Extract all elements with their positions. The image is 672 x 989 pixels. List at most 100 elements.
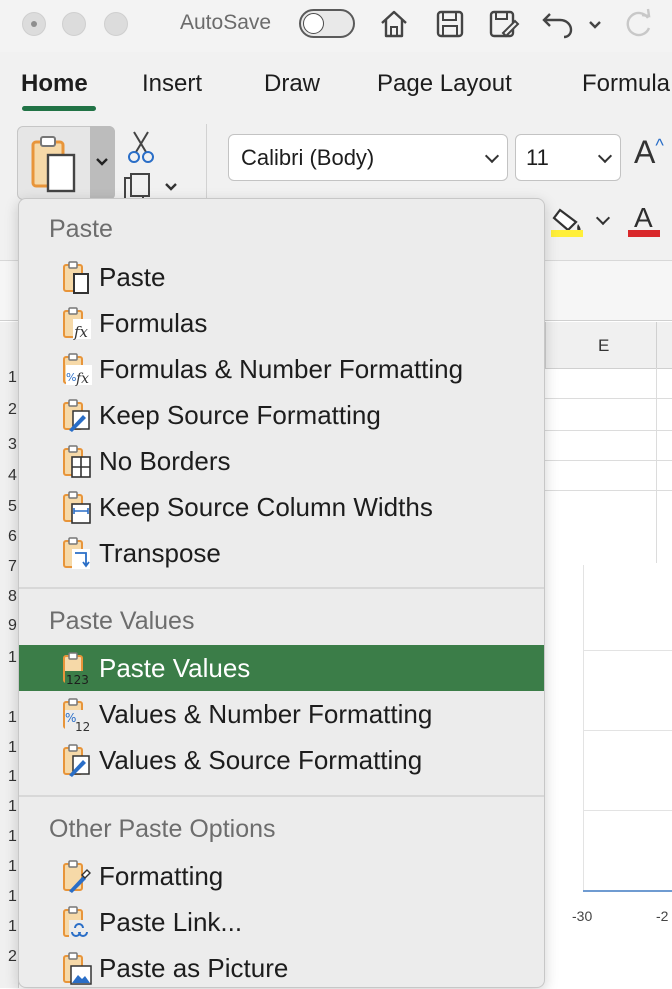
paste-as-picture-icon — [63, 952, 92, 985]
svg-text:fx: fx — [73, 323, 89, 341]
menu-item-label: Formulas — [99, 308, 208, 338]
row-number[interactable]: 8 — [8, 588, 17, 606]
ribbon-tabs — [0, 52, 672, 114]
undo-dropdown-chevron-icon[interactable] — [584, 6, 606, 42]
minimize-window-button[interactable] — [62, 12, 86, 36]
menu-item-transpose[interactable]: Transpose — [19, 530, 544, 576]
menu-item-label: Paste — [99, 262, 166, 292]
tab-page-layout[interactable]: Page Layout — [377, 70, 512, 98]
active-tab-indicator — [22, 106, 96, 111]
zoom-window-button[interactable] — [104, 12, 128, 36]
grid-line — [656, 368, 657, 563]
tab-draw[interactable]: Draw — [264, 70, 320, 98]
chevron-down-icon — [96, 158, 108, 166]
row-number[interactable]: 1 — [8, 739, 17, 757]
menu-item-label: Formulas & Number Formatting — [99, 354, 464, 384]
row-number[interactable]: 2 — [8, 948, 17, 966]
paste-link-icon — [63, 906, 91, 938]
chevron-down-icon — [484, 148, 500, 164]
menu-item-paste-link[interactable]: Paste Link... — [19, 899, 544, 945]
row-number[interactable]: 5 — [8, 498, 17, 516]
menu-item-values-number-formatting[interactable]: % 12 Values & Number Formatting — [19, 691, 544, 737]
chart-tick-label: -30 — [572, 908, 593, 924]
row-number[interactable]: 1 — [8, 918, 17, 936]
svg-text:12: 12 — [75, 720, 90, 732]
home-icon[interactable] — [376, 6, 412, 42]
menu-item-keep-source-formatting[interactable]: Keep Source Formatting — [19, 392, 544, 438]
chart-gridline — [583, 565, 584, 890]
row-number[interactable]: 3 — [8, 436, 17, 454]
embedded-chart[interactable] — [545, 563, 672, 988]
menu-item-label: Paste as Picture — [99, 953, 289, 983]
tab-insert[interactable]: Insert — [142, 70, 202, 98]
undo-icon[interactable] — [540, 6, 576, 42]
fill-color-swatch — [551, 230, 583, 237]
row-number[interactable]: 1 — [8, 709, 17, 727]
save-icon[interactable] — [432, 6, 468, 42]
caret-up-icon: ^ — [655, 135, 664, 156]
menu-item-no-borders[interactable]: No Borders — [19, 438, 544, 484]
chart-gridline — [583, 730, 672, 731]
row-number[interactable]: 1 — [8, 768, 17, 786]
menu-item-label: No Borders — [99, 446, 231, 476]
menu-item-label: Keep Source Column Widths — [99, 492, 433, 522]
paste-icon — [63, 261, 89, 294]
paste-no-borders-icon — [63, 445, 91, 478]
paste-values-icon: 123 — [63, 652, 92, 686]
menu-item-formulas[interactable]: fx Formulas — [19, 300, 544, 346]
row-number[interactable]: 2 — [8, 401, 17, 419]
font-name-select[interactable]: Calibri (Body) — [228, 134, 508, 181]
row-number[interactable]: 1 — [8, 798, 17, 816]
menu-item-label: Keep Source Formatting — [99, 400, 381, 430]
row-number[interactable]: 7 — [8, 558, 17, 576]
menu-item-paste[interactable]: Paste — [19, 254, 544, 300]
font-size-select[interactable]: 11 — [515, 134, 621, 181]
paste-formulas-icon: fx — [63, 307, 91, 341]
row-number[interactable]: 1 — [8, 828, 17, 846]
paste-dropdown-button[interactable] — [90, 126, 115, 200]
grid-line — [545, 490, 672, 491]
copy-icon[interactable] — [122, 172, 184, 200]
paste-formulas-number-formatting-icon: % fx — [63, 353, 92, 387]
paste-transpose-icon — [63, 537, 90, 569]
menu-item-formatting[interactable]: Formatting — [19, 853, 544, 899]
menu-item-keep-source-column-widths[interactable]: Keep Source Column Widths — [19, 484, 544, 530]
menu-item-paste-as-picture[interactable]: Paste as Picture — [19, 945, 544, 987]
section-title-paste-values: Paste Values — [49, 607, 195, 635]
font-name-value: Calibri (Body) — [241, 145, 375, 170]
row-number[interactable]: 1 — [8, 649, 17, 667]
row-number[interactable]: 1 — [8, 888, 17, 906]
font-color-swatch — [628, 230, 660, 237]
cut-scissors-icon[interactable] — [126, 130, 156, 166]
row-number[interactable]: 4 — [8, 467, 17, 485]
menu-item-formulas-number-formatting[interactable]: % fx Formulas & Number Formatting — [19, 346, 544, 392]
paste-values-source-formatting-icon — [63, 744, 90, 777]
title-bar: AutoSave — [0, 0, 672, 52]
autosave-toggle[interactable] — [299, 9, 355, 38]
row-number[interactable]: 9 — [8, 617, 17, 635]
menu-item-label: Values & Number Formatting — [99, 699, 433, 729]
increase-font-size-button[interactable]: A^ — [634, 134, 664, 171]
chevron-down-icon — [597, 148, 613, 164]
ribbon-separator — [206, 124, 207, 202]
autosave-label: AutoSave — [180, 11, 272, 34]
tab-home[interactable]: Home — [21, 70, 88, 98]
menu-divider — [19, 587, 544, 589]
paste-keep-column-widths-icon — [63, 491, 91, 524]
menu-item-values-source-formatting[interactable]: Values & Source Formatting — [19, 737, 544, 783]
grid-line — [545, 398, 672, 399]
row-number[interactable]: 1 — [8, 858, 17, 876]
row-number[interactable]: 6 — [8, 528, 17, 546]
svg-text:%: % — [66, 371, 76, 384]
chart-tick-label: -2 — [656, 908, 669, 924]
increase-font-size-glyph: A — [634, 134, 656, 170]
tab-formulas[interactable]: Formula — [582, 70, 670, 98]
menu-item-paste-values[interactable]: 123 Paste Values — [19, 645, 544, 691]
column-separator — [545, 322, 546, 368]
save-as-icon[interactable] — [486, 6, 522, 42]
close-window-button[interactable] — [22, 12, 46, 36]
row-number[interactable]: 1 — [8, 369, 17, 387]
grid-line — [545, 460, 672, 461]
column-header-e[interactable]: E — [598, 336, 609, 356]
redo-icon[interactable] — [620, 6, 656, 42]
